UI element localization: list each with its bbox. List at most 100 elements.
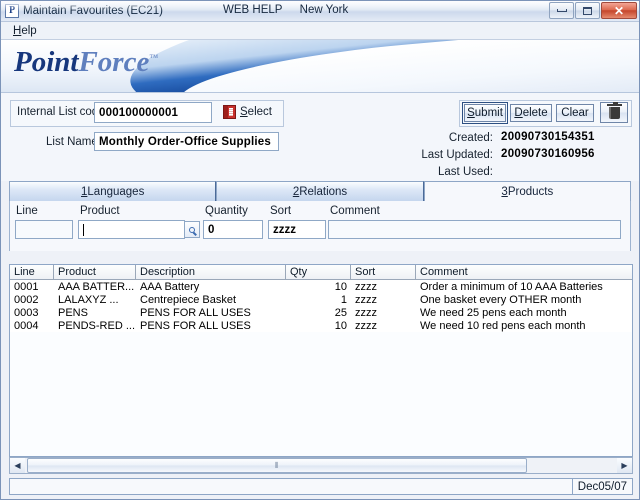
- logo-force: Force: [78, 46, 150, 78]
- grid-header-comment[interactable]: Comment: [416, 265, 632, 279]
- entry-quantity-input[interactable]: 0: [203, 220, 263, 239]
- horizontal-scrollbar[interactable]: ◀ ⦀ ▶: [9, 457, 633, 474]
- tab-relations[interactable]: 2 Relations: [216, 181, 424, 201]
- grid-header-description[interactable]: Description: [136, 265, 286, 279]
- products-grid[interactable]: Line Product Description Qty Sort Commen…: [9, 264, 633, 457]
- tab-products[interactable]: 3 Products: [423, 181, 631, 201]
- cell-comment: We need 25 pens each month: [420, 306, 567, 319]
- cell-comment: We need 10 red pens each month: [420, 319, 586, 332]
- cell-description: AAA Battery: [140, 280, 200, 293]
- delete-button[interactable]: Delete: [510, 104, 552, 122]
- cell-sort: zzzz: [355, 306, 377, 319]
- submit-button[interactable]: Submit: [462, 102, 508, 124]
- submit-label: ubmit: [474, 107, 503, 119]
- close-button[interactable]: ✕: [601, 2, 637, 19]
- cell-line: 0003: [14, 306, 39, 319]
- cell-product: AAA BATTER...: [58, 280, 135, 293]
- table-row[interactable]: 0003 PENS PENS FOR ALL USES 25 zzzz We n…: [10, 306, 632, 319]
- entry-sort-input[interactable]: zzzz: [268, 220, 326, 239]
- cell-product: PENS: [58, 306, 88, 319]
- maximize-icon: [583, 6, 592, 15]
- cell-description: Centrepiece Basket: [140, 293, 236, 306]
- entry-line-label: Line: [16, 205, 38, 217]
- maximize-button[interactable]: [575, 2, 600, 19]
- cell-comment: Order a minimum of 10 AAA Batteries: [420, 280, 603, 293]
- title-bar-links: WEB HELP New York: [223, 4, 362, 16]
- table-row[interactable]: 0004 PENDS-RED ... PENS FOR ALL USES 10 …: [10, 319, 632, 332]
- clear-button[interactable]: Clear: [556, 104, 594, 122]
- cell-sort: zzzz: [355, 293, 377, 306]
- cell-sort: zzzz: [355, 319, 377, 332]
- scrollbar-track[interactable]: ⦀: [25, 458, 617, 473]
- location-label: New York: [299, 4, 349, 16]
- tab-strip: 1 Languages 2 Relations 3 Products: [9, 181, 631, 201]
- menu-item-help[interactable]: Help: [8, 24, 42, 38]
- grid-header-qty[interactable]: Qty: [286, 265, 351, 279]
- tab-products-label: Products: [507, 185, 554, 198]
- magnifier-icon: [189, 226, 195, 233]
- grid-header-product[interactable]: Product: [54, 265, 136, 279]
- internal-list-code-label: Internal List code: [17, 106, 105, 118]
- cell-qty: 10: [334, 319, 347, 332]
- scrollbar-thumb[interactable]: ⦀: [27, 458, 527, 473]
- delete-record-button[interactable]: [600, 101, 628, 123]
- cell-line: 0002: [14, 293, 39, 306]
- status-bar: Dec05/07: [9, 478, 633, 495]
- table-row[interactable]: 0001 AAA BATTER... AAA Battery 10 zzzz O…: [10, 280, 632, 293]
- web-help-link[interactable]: WEB HELP: [223, 4, 282, 16]
- minimize-icon: [556, 9, 567, 12]
- scroll-left-icon[interactable]: ◀: [10, 458, 25, 473]
- cell-description: PENS FOR ALL USES: [140, 306, 251, 319]
- delete-label: elete: [522, 107, 548, 119]
- trash-icon: [606, 101, 622, 119]
- created-value: 20090730154351: [501, 131, 595, 143]
- internal-list-code-input[interactable]: 000100000001: [94, 102, 212, 123]
- cell-product: LALAXYZ ...: [58, 293, 119, 306]
- table-row[interactable]: 0002 LALAXYZ ... Centrepiece Basket 1 zz…: [10, 293, 632, 306]
- minimize-button[interactable]: [549, 2, 574, 19]
- select-label: Select: [240, 106, 272, 118]
- logo-point: Point: [14, 46, 79, 78]
- list-name-label: List Name: [46, 136, 98, 148]
- grid-body: 0001 AAA BATTER... AAA Battery 10 zzzz O…: [10, 280, 632, 332]
- select-button[interactable]: Select: [223, 105, 272, 119]
- status-date: Dec05/07: [571, 479, 632, 494]
- grid-header-line[interactable]: Line: [10, 265, 54, 279]
- logo-trademark: ™: [149, 52, 159, 63]
- cell-product: PENDS-RED ...: [58, 319, 136, 332]
- menu-help-label: elp: [21, 24, 37, 37]
- app-icon: P: [5, 4, 19, 18]
- created-label: Created:: [448, 132, 493, 144]
- text-caret: [83, 223, 84, 236]
- tab-languages-label: Languages: [87, 185, 145, 198]
- cell-line: 0001: [14, 280, 39, 293]
- list-name-input[interactable]: Monthly Order-Office Supplies: [94, 132, 279, 151]
- pointforce-logo: PointForce™: [14, 48, 158, 77]
- application-window: P Maintain Favourites (EC21) WEB HELP Ne…: [0, 0, 640, 500]
- grid-header-row: Line Product Description Qty Sort Commen…: [10, 265, 632, 280]
- last-updated-value: 20090730160956: [501, 148, 595, 160]
- menu-bar: Help: [1, 22, 639, 40]
- entry-comment-input[interactable]: [328, 220, 621, 239]
- brand-banner: PointForce™: [1, 40, 639, 93]
- entry-line-input[interactable]: [15, 220, 73, 239]
- entry-sort-label: Sort: [270, 205, 292, 217]
- delete-accel: D: [514, 107, 523, 119]
- tab-languages[interactable]: 1 Languages: [9, 181, 217, 201]
- grid-header-sort[interactable]: Sort: [351, 265, 416, 279]
- window-controls: ✕: [548, 2, 637, 19]
- entry-product-label: Product: [80, 205, 120, 217]
- product-entry-form: Line Product Quantity 0 Sort zzzz Commen…: [9, 201, 631, 251]
- last-used-label: Last Used:: [438, 166, 493, 178]
- cell-comment: One basket every OTHER month: [420, 293, 582, 306]
- entry-comment-label: Comment: [330, 205, 380, 217]
- cell-qty: 25: [334, 306, 347, 319]
- cell-qty: 1: [340, 293, 347, 306]
- submit-accel: S: [467, 107, 475, 119]
- select-accel: S: [240, 106, 248, 118]
- entry-product-input[interactable]: [78, 220, 185, 239]
- book-icon: [223, 105, 236, 119]
- scroll-right-icon[interactable]: ▶: [617, 458, 632, 473]
- window-title: Maintain Favourites (EC21): [23, 5, 163, 17]
- product-lookup-button[interactable]: [184, 221, 200, 238]
